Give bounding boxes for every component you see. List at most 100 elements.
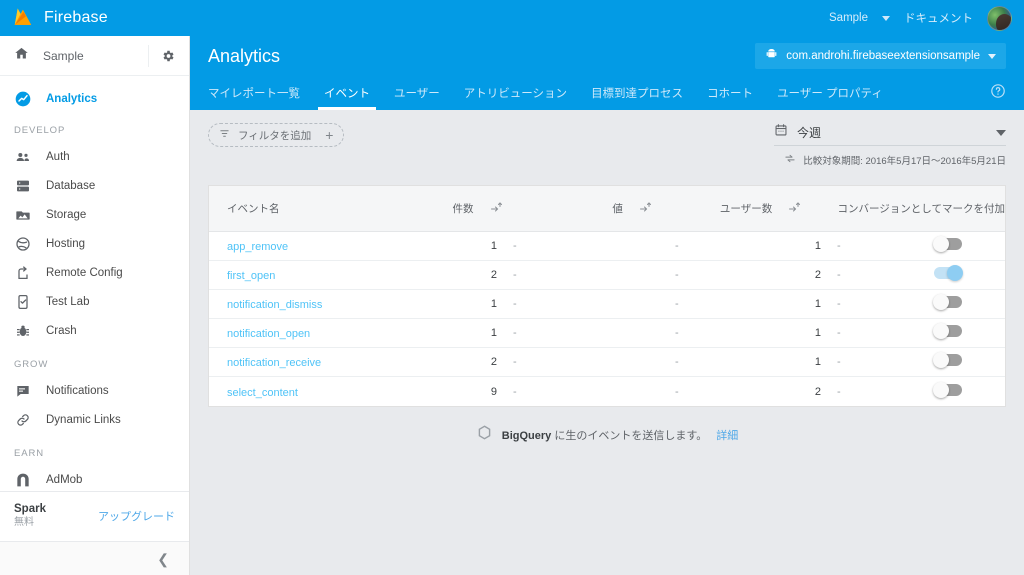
cell-count: 1 [490,327,497,339]
sidebar-item-test-lab[interactable]: Test Lab [0,287,189,316]
cell-users: 1 [814,356,821,368]
event-name-link[interactable]: notification_receive [227,357,321,369]
gear-icon[interactable] [148,44,175,67]
tab-label: マイレポート一覧 [208,88,300,100]
cell-value: - [675,327,679,339]
sidebar-item-dynamic-links[interactable]: Dynamic Links [0,405,189,434]
top-bar: Firebase Sample ドキュメント [0,0,1024,36]
tab-funnels[interactable]: 目標到達プロセス [579,85,695,110]
sidebar-project-name: Sample [43,48,84,63]
sidebar: Sample Analytics DEVELOP Auth Database S… [0,36,190,575]
tab-events[interactable]: イベント [312,85,382,110]
sidebar-item-admob[interactable]: AdMob [0,465,189,491]
sidebar-item-database[interactable]: Database [0,171,189,200]
tab-users[interactable]: ユーザー [382,85,452,110]
tab-label: アトリビューション [463,88,568,100]
calendar-icon [774,123,788,142]
chevron-down-icon[interactable] [882,15,890,21]
sidebar-item-remote-config[interactable]: Remote Config [0,258,189,287]
events-table: イベント名 件数 値 ユーザー数 コンバージョンとしてマークを付加 app_re… [208,185,1006,407]
sidebar-item-storage[interactable]: Storage [0,200,189,229]
tab-cohorts[interactable]: コホート [695,85,765,110]
sort-count-button[interactable] [474,200,539,218]
sidebar-item-label: AdMob [46,473,83,486]
conversion-toggle[interactable] [933,381,962,398]
compare-period-text: 比較対象期間: 2016年5月17日〜2016年5月21日 [803,156,1006,167]
page-title: Analytics [208,45,281,66]
sidebar-item-label: Hosting [46,237,85,250]
project-menu-label[interactable]: Sample [829,12,868,24]
table-row[interactable]: notification_receive 2 - - 1 - [209,348,1005,377]
cell-count-delta: - [513,298,517,310]
docs-link[interactable]: ドキュメント [904,10,973,26]
cell-users-delta: - [837,298,841,310]
filter-icon [219,126,230,144]
chevron-left-icon[interactable]: ❮ [157,552,169,566]
sidebar-item-analytics[interactable]: Analytics [0,82,189,111]
bigquery-details-link[interactable]: 詳細 [716,427,738,443]
conversion-toggle[interactable] [933,323,962,339]
sidebar-project-row[interactable]: Sample [0,36,189,76]
help-icon[interactable] [990,83,1006,104]
cell-users-delta: - [837,385,841,398]
add-filter-button[interactable]: フィルタを追加 + [208,123,345,147]
event-name-link[interactable]: notification_open [227,328,310,340]
sidebar-item-label: Remote Config [46,266,123,279]
event-name-link[interactable]: first_open [227,270,275,282]
plus-icon: + [325,127,334,143]
chevron-down-icon [988,53,996,59]
table-row[interactable]: app_remove 1 - - 1 - [209,232,1005,261]
android-icon [765,47,778,65]
sidebar-collapse-bar[interactable]: ❮ [0,541,189,575]
sort-icon [639,201,651,213]
tab-attribution[interactable]: アトリビューション [452,85,579,110]
table-row[interactable]: select_content 9 - - 2 - [209,377,1005,406]
bigquery-note: BigQuery に生のイベントを送信します。 詳細 [190,424,1024,446]
app-selector-label: com.androhi.firebaseextensionsample [786,50,980,62]
sidebar-item-auth[interactable]: Auth [0,142,189,171]
event-name-link[interactable]: notification_dismiss [227,299,322,311]
sidebar-item-crash[interactable]: Crash [0,316,189,345]
brand-title: Firebase [44,9,108,26]
database-icon [14,177,32,195]
bigquery-brand: BigQuery [501,430,552,442]
tab-my-reports[interactable]: マイレポート一覧 [208,85,312,110]
event-name-link[interactable]: app_remove [227,241,288,253]
tab-label: ユーザー プロパティ [777,88,883,100]
date-range-value: 今週 [797,126,822,140]
sort-users-button[interactable] [772,200,837,218]
bigquery-icon [476,424,493,446]
plan-footer: Spark 無料 アップグレード [0,491,189,541]
column-header-count: 件数 [452,203,474,215]
cell-value: - [675,269,679,281]
conversion-toggle[interactable] [933,236,962,252]
sidebar-group-grow: GROW [14,359,49,370]
conversion-toggle[interactable] [933,294,962,310]
tab-user-properties[interactable]: ユーザー プロパティ [765,85,895,110]
conversion-toggle[interactable] [934,265,963,281]
table-row[interactable]: notification_dismiss 1 - - 1 - [209,290,1005,319]
column-header-event-name: イベント名 [227,203,280,215]
sidebar-item-hosting[interactable]: Hosting [0,229,189,258]
sidebar-item-label: Test Lab [46,295,90,308]
cell-count-delta: - [513,327,517,339]
app-selector[interactable]: com.androhi.firebaseextensionsample [755,43,1006,69]
table-row[interactable]: first_open 2 - - 2 - [209,261,1005,290]
column-header-users: ユーザー数 [719,203,773,215]
hosting-icon [14,235,32,253]
conversion-toggle[interactable] [933,352,962,368]
body: Sample Analytics DEVELOP Auth Database S… [0,36,1024,575]
table-row[interactable]: notification_open 1 - - 1 - [209,319,1005,348]
sort-value-button[interactable] [623,200,688,218]
date-range-dropdown[interactable]: 今週 [774,123,1006,146]
sidebar-item-notifications[interactable]: Notifications [0,376,189,405]
date-range-selector: 今週 比較対象期間: 2016年5月17日〜2016年5月21日 [774,123,1006,169]
event-name-link[interactable]: select_content [227,387,298,399]
top-bar-right: Sample ドキュメント [829,5,1012,31]
tab-label: ユーザー [394,88,440,100]
cell-users-delta: - [837,356,841,368]
main-content: Analytics com.androhi.firebaseextensions… [190,36,1024,575]
storage-icon [14,206,32,224]
upgrade-link[interactable]: アップグレード [98,508,175,524]
avatar[interactable] [987,5,1012,31]
